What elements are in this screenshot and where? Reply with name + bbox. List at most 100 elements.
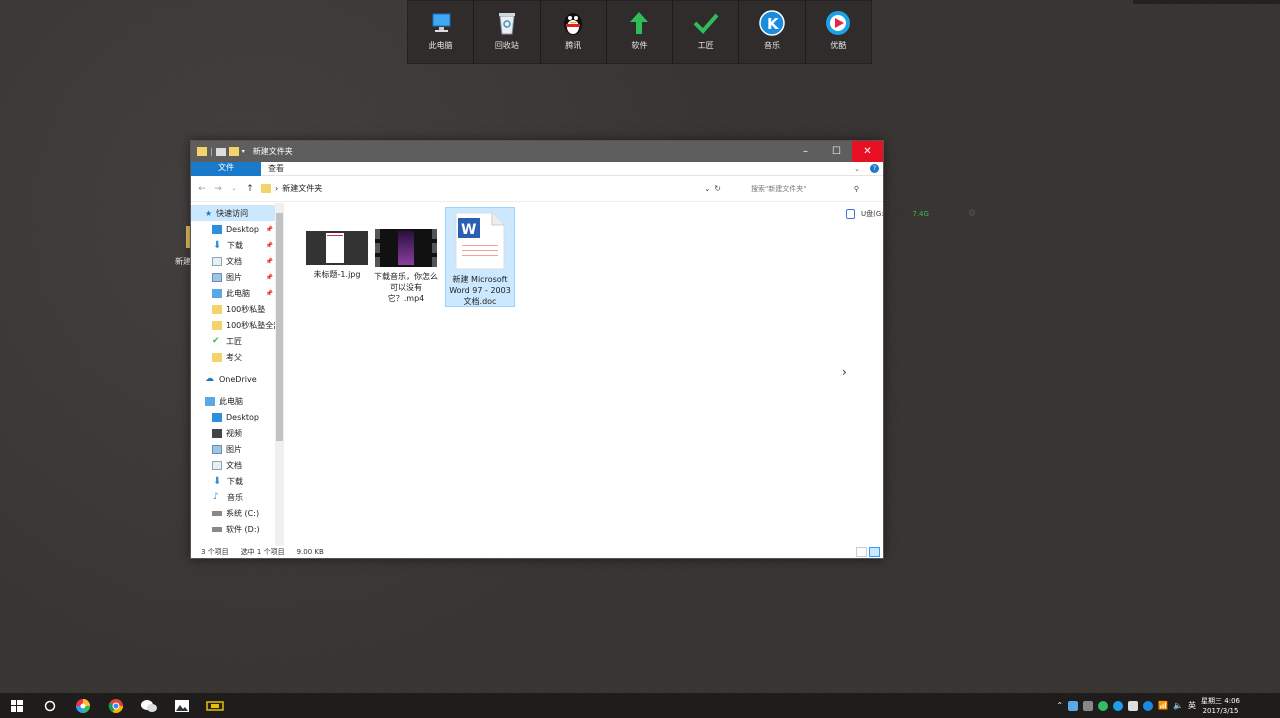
svg-text:K: K (767, 15, 780, 33)
recent-dropdown-icon[interactable]: ⌄ (229, 185, 239, 192)
new-folder-icon[interactable] (228, 147, 239, 156)
nav-item-folder[interactable]: 考父 (191, 349, 275, 365)
breadcrumb[interactable]: 新建文件夹 (282, 183, 322, 194)
nav-item-this-pc-quick[interactable]: 此电脑 📌 (191, 285, 275, 301)
address-bar[interactable]: › 新建文件夹 ⌄ ↻ (261, 183, 721, 194)
file-item-jpg[interactable]: 未标题-1.jpg (302, 231, 372, 280)
maximize-button[interactable]: ☐ (821, 141, 852, 162)
close-button[interactable]: ✕ (852, 141, 883, 162)
nav-label: 文档 (226, 460, 242, 470)
nav-label: 图片 (226, 272, 242, 282)
dock-label: 软件 (631, 41, 648, 50)
nav-label: 系统 (C:) (226, 508, 260, 518)
gear-icon[interactable]: ⚙ (968, 209, 976, 219)
video-thumbnail (375, 229, 437, 267)
clock[interactable]: 星期三 4:06 2017/3/15 (1201, 696, 1240, 716)
start-icon[interactable] (0, 693, 33, 718)
nav-label: 工匠 (226, 336, 242, 346)
wechat-icon[interactable] (132, 693, 165, 718)
pin-icon: 📌 (265, 273, 273, 281)
minimize-button[interactable]: – (790, 141, 821, 162)
nav-item-pictures[interactable]: 图片 (191, 441, 275, 457)
nav-label: 图片 (226, 444, 242, 454)
nav-label: OneDrive (219, 374, 257, 384)
scrollbar-thumb[interactable] (276, 213, 283, 441)
nav-quick-access[interactable]: ★ 快速访问 (191, 205, 275, 221)
explorer-window: | ▾ 新建文件夹 – ☐ ✕ 文件 主页 共享 查看 ⌄ ? ← → ⌄ ↑ … (190, 140, 976, 559)
tray-app-icon[interactable] (1128, 700, 1139, 711)
nav-this-pc[interactable]: 此电脑 (191, 393, 275, 409)
nav-item-craftsman[interactable]: ✔ 工匠 (191, 333, 275, 349)
dock-item-computer[interactable]: 此电脑 (408, 1, 475, 63)
ime-indicator[interactable]: 英 (1188, 700, 1196, 711)
nav-label: 软件 (D:) (226, 524, 260, 534)
network-icon[interactable]: 📶 (1158, 701, 1168, 710)
photos-icon[interactable] (165, 693, 198, 718)
nav-item-downloads[interactable]: ⬇ 下载 📌 (191, 237, 275, 253)
tray-app-icon[interactable] (1098, 700, 1109, 711)
item-count: 3 个项目 (201, 547, 229, 556)
details-view-button[interactable] (856, 547, 867, 557)
drive-info[interactable]: U盘(G:) 可用 7.4G ⚙ (846, 209, 976, 219)
up-icon[interactable]: ↑ (245, 184, 255, 194)
dock-item-recycle-bin[interactable]: 回收站 (474, 1, 541, 63)
refresh-icon[interactable]: ↻ (714, 184, 721, 193)
volume-icon[interactable]: 🔈 (1173, 701, 1183, 710)
green-arrow-icon (625, 9, 653, 37)
green-check-icon (692, 9, 720, 37)
pin-icon: 📌 (265, 241, 273, 249)
nav-item-downloads[interactable]: ⬇ 下载 (191, 473, 275, 489)
tray-app-icon[interactable] (1083, 700, 1094, 711)
dock-item-software[interactable]: 软件 (607, 1, 674, 63)
nav-item-documents[interactable]: 文档 📌 (191, 253, 275, 269)
nav-item-videos[interactable]: 视频 (191, 425, 275, 441)
dock-item-youku[interactable]: 优酷 (806, 1, 871, 63)
nav-item-desktop[interactable]: Desktop (191, 409, 275, 425)
dock-item-music[interactable]: K 音乐 (739, 1, 806, 63)
app-colorful-icon[interactable] (66, 693, 99, 718)
tray-app-icon[interactable] (1143, 700, 1154, 711)
tray-app-icon[interactable] (1068, 700, 1079, 711)
nav-label: 快速访问 (216, 208, 249, 218)
nav-item-folder[interactable]: 100秒私塾 (191, 301, 275, 317)
desktop-folder-label[interactable]: 新建 (175, 256, 191, 267)
properties-icon[interactable] (215, 147, 226, 156)
nav-item-music[interactable]: ♪ 音乐 (191, 489, 275, 505)
nav-item-drive-c[interactable]: 系统 (C:) (191, 505, 275, 521)
file-item-mp4[interactable]: 下载音乐，你怎么可以没有它？.mp4 (374, 229, 438, 304)
drive-free: 7.4G (912, 210, 929, 218)
recycle-bin-icon (493, 9, 521, 37)
dock-item-craftsman[interactable]: 工匠 (673, 1, 740, 63)
nav-item-pictures[interactable]: 图片 📌 (191, 269, 275, 285)
chrome-icon[interactable] (99, 693, 132, 718)
file-item-doc[interactable]: W 新建 Microsoft Word 97 - 2003 文档.doc (445, 207, 515, 307)
nav-item-documents[interactable]: 文档 (191, 457, 275, 473)
search-input[interactable]: 搜索"新建文件夹" ⚲ (747, 181, 863, 197)
music-note-icon: ♪ (213, 492, 219, 502)
nav-scrollbar[interactable] (275, 203, 284, 546)
large-icons-view-button[interactable] (869, 547, 880, 557)
address-dropdown-icon[interactable]: ⌄ (704, 185, 710, 193)
help-icon[interactable]: ? (870, 164, 879, 173)
nav-item-desktop[interactable]: Desktop 📌 (191, 221, 275, 237)
tab-view[interactable]: 查看 (259, 162, 293, 176)
forward-icon[interactable]: → (213, 184, 223, 194)
title-bar[interactable]: | ▾ 新建文件夹 – ☐ ✕ (191, 141, 883, 162)
cortana-icon[interactable] (33, 693, 66, 718)
nav-item-drive-d[interactable]: 软件 (D:) (191, 521, 275, 537)
show-hidden-icon[interactable]: ⌃ (1056, 701, 1063, 710)
separator-icon: | (210, 147, 213, 156)
tab-file[interactable]: 文件 (191, 161, 261, 176)
dock-item-qq[interactable]: 腾讯 (541, 1, 607, 63)
tray-app-icon[interactable] (1113, 700, 1124, 711)
back-icon[interactable]: ← (197, 184, 207, 194)
nav-item-folder[interactable]: 100秒私塾全部 (191, 317, 281, 333)
dropdown-icon[interactable]: ▾ (242, 148, 245, 155)
search-icon[interactable]: ⚲ (854, 185, 859, 193)
chevron-right-icon[interactable]: › (842, 365, 847, 379)
image-thumbnail (306, 231, 368, 265)
nav-onedrive[interactable]: ☁ OneDrive (191, 371, 275, 387)
app-yellow-icon[interactable] (198, 693, 231, 718)
top-right-strip (1133, 0, 1280, 4)
ribbon-expand-icon[interactable]: ⌄ (854, 165, 860, 173)
